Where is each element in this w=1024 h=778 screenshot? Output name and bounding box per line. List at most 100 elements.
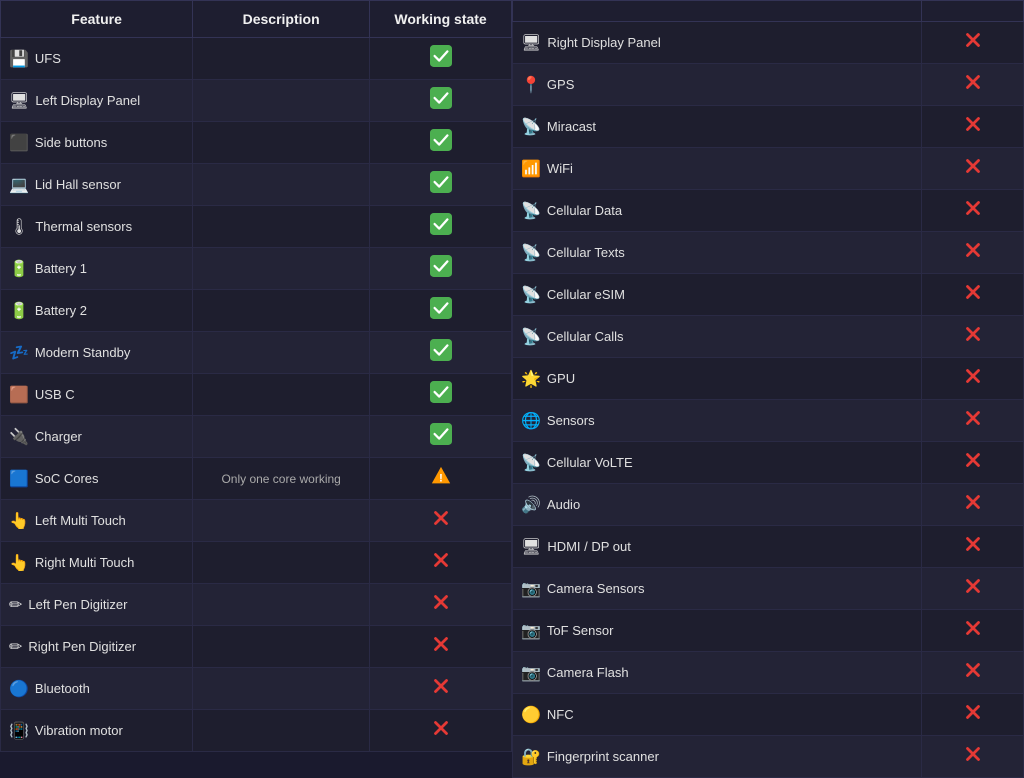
feature-icon: 📶	[521, 159, 541, 179]
status-cell	[370, 164, 512, 206]
table-row: 📡 Cellular VoLTE	[513, 442, 1024, 484]
feature-icon: 🌐	[521, 411, 541, 431]
status-cell	[370, 248, 512, 290]
status-cell	[370, 542, 512, 584]
feature-label: Sensors	[547, 413, 595, 428]
feature-label: GPU	[547, 371, 575, 386]
feature-icon: 💻	[9, 175, 29, 195]
table-row: 🟦 SoC Cores Only one core working !	[1, 458, 512, 500]
feature-label: Cellular Texts	[547, 245, 625, 260]
table-row: 📍 GPS	[513, 64, 1024, 106]
feature-label: Left Multi Touch	[35, 513, 126, 528]
feature-icon: ✏	[9, 637, 22, 657]
table-row: 🔐 Fingerprint scanner	[513, 736, 1024, 778]
feature-cell: ✏ Right Pen Digitizer	[1, 626, 193, 668]
table-row: 🖥 Right Display Panel	[513, 22, 1024, 64]
table-row: 📡 Cellular Texts	[513, 232, 1024, 274]
table-row: 📶 WiFi	[513, 148, 1024, 190]
description-cell	[193, 38, 370, 80]
table-row: 🟫 USB C	[1, 374, 512, 416]
feature-label: Camera Flash	[547, 665, 629, 680]
table-row: 📷 ToF Sensor	[513, 610, 1024, 652]
table-row: 💻 Lid Hall sensor	[1, 164, 512, 206]
status-cell	[922, 22, 1024, 64]
feature-icon: 🖥	[9, 91, 29, 111]
description-cell	[193, 332, 370, 374]
table-row: ⬛ Side buttons	[1, 122, 512, 164]
table-row: 👆 Left Multi Touch	[1, 500, 512, 542]
right-table-container: 🖥 Right Display Panel 📍 GPS 📡	[512, 0, 1024, 778]
feature-icon: 📷	[521, 621, 541, 641]
description-cell	[193, 626, 370, 668]
feature-cell: 🟫 USB C	[1, 374, 193, 416]
feature-label: Cellular eSIM	[547, 287, 625, 302]
feature-icon: 📡	[521, 453, 541, 473]
feature-label: Lid Hall sensor	[35, 177, 121, 192]
feature-cell: 📡 Cellular Data	[513, 190, 922, 232]
feature-icon: 🖥	[521, 537, 541, 557]
feature-cell: 💻 Lid Hall sensor	[1, 164, 193, 206]
feature-label: ToF Sensor	[547, 623, 613, 638]
feature-label: Left Display Panel	[35, 93, 140, 108]
status-cell	[370, 584, 512, 626]
status-cell	[370, 80, 512, 122]
feature-cell: 🖥 Right Display Panel	[513, 22, 922, 64]
table-row: 💤 Modern Standby	[1, 332, 512, 374]
status-cell	[370, 416, 512, 458]
table-row: 🔊 Audio	[513, 484, 1024, 526]
table-row: 🖥 HDMI / DP out	[513, 526, 1024, 568]
description-cell	[193, 164, 370, 206]
feature-cell: 💾 UFS	[1, 38, 193, 80]
description-cell	[193, 290, 370, 332]
feature-cell: 💤 Modern Standby	[1, 332, 193, 374]
table-row: 📡 Cellular Data	[513, 190, 1024, 232]
description-cell	[193, 206, 370, 248]
feature-cell: 📶 WiFi	[513, 148, 922, 190]
feature-label: USB C	[35, 387, 75, 402]
description-cell	[193, 248, 370, 290]
feature-cell: 🔋 Battery 2	[1, 290, 193, 332]
feature-cell: 🟡 NFC	[513, 694, 922, 736]
feature-cell: 📡 Cellular Texts	[513, 232, 922, 274]
feature-cell: ⬛ Side buttons	[1, 122, 193, 164]
feature-label: GPS	[547, 77, 574, 92]
feature-cell: 📡 Cellular VoLTE	[513, 442, 922, 484]
status-cell: !	[370, 458, 512, 500]
feature-icon: 🔋	[9, 301, 29, 321]
left-table: Feature Description Working state 💾 UFS	[0, 0, 512, 752]
feature-label: Bluetooth	[35, 681, 90, 696]
feature-label: Right Multi Touch	[35, 555, 134, 570]
feature-icon: 🔐	[521, 747, 541, 767]
feature-cell: 👆 Left Multi Touch	[1, 500, 193, 542]
header-working-left: Working state	[370, 1, 512, 38]
feature-label: HDMI / DP out	[547, 539, 631, 554]
table-row: 🔋 Battery 1	[1, 248, 512, 290]
feature-cell: 🌐 Sensors	[513, 400, 922, 442]
status-cell	[370, 710, 512, 752]
status-cell	[370, 500, 512, 542]
feature-icon: 📷	[521, 579, 541, 599]
table-row: 👆 Right Multi Touch	[1, 542, 512, 584]
table-row: 🌐 Sensors	[513, 400, 1024, 442]
feature-icon: 📡	[521, 327, 541, 347]
table-row: ✏ Right Pen Digitizer	[1, 626, 512, 668]
description-cell	[193, 500, 370, 542]
status-cell	[370, 668, 512, 710]
main-container: Feature Description Working state 💾 UFS	[0, 0, 1024, 778]
feature-label: Right Pen Digitizer	[28, 639, 136, 654]
status-cell	[922, 358, 1024, 400]
status-cell	[370, 206, 512, 248]
status-cell	[922, 736, 1024, 778]
feature-icon: 🟫	[9, 385, 29, 405]
feature-icon: 🟡	[521, 705, 541, 725]
status-cell	[922, 316, 1024, 358]
description-cell	[193, 80, 370, 122]
feature-cell: 📷 Camera Flash	[513, 652, 922, 694]
feature-icon: 👆	[9, 511, 29, 531]
svg-text:!: !	[439, 473, 443, 485]
status-cell	[370, 626, 512, 668]
status-cell	[922, 652, 1024, 694]
table-row: 🟡 NFC	[513, 694, 1024, 736]
feature-cell: 🖥 HDMI / DP out	[513, 526, 922, 568]
feature-icon: 📡	[521, 243, 541, 263]
